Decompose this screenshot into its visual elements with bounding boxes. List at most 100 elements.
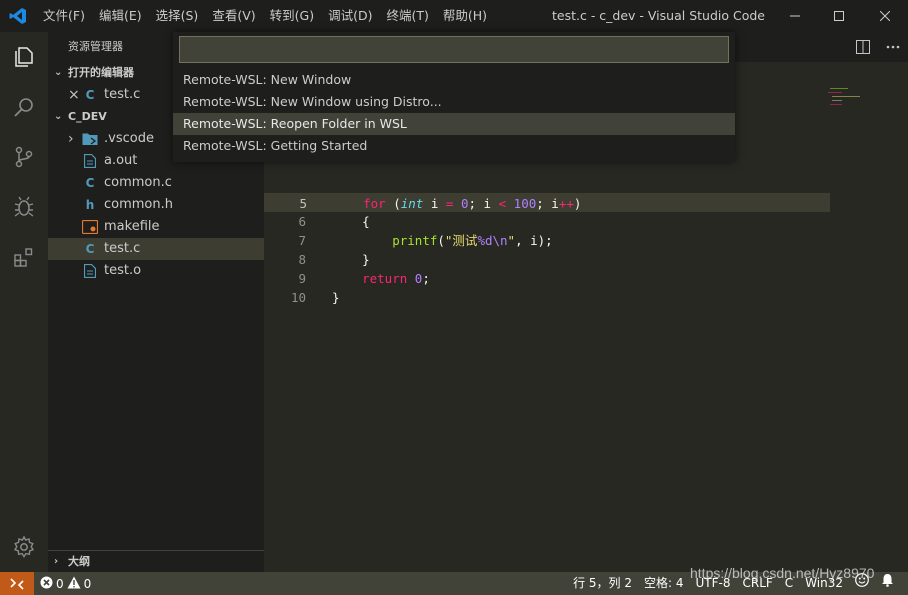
line-number: 6 (298, 214, 306, 229)
line-number: 7 (298, 233, 306, 248)
outline-section[interactable]: › 大纲 (48, 550, 264, 572)
settings-gear-icon[interactable] (0, 522, 48, 572)
open-editors-label: 打开的编辑器 (68, 66, 134, 79)
code-token: ; i (468, 196, 499, 211)
menu-item[interactable]: 终端(T) (379, 0, 435, 32)
indentation[interactable]: 空格: 4 (638, 572, 690, 595)
more-actions-icon[interactable] (878, 32, 908, 62)
close-editor-icon[interactable]: × (68, 84, 82, 106)
open-editor-name: test.c (104, 87, 141, 102)
extensions-icon[interactable] (0, 232, 48, 282)
menu-item[interactable]: 选择(S) (149, 0, 206, 32)
outline-label: 大纲 (68, 554, 90, 568)
menu-item[interactable]: 编辑(E) (92, 0, 149, 32)
c-file-icon: C (85, 176, 95, 190)
minimize-button[interactable] (772, 0, 818, 32)
error-count: 0 (56, 576, 64, 591)
tree-item[interactable]: makefile (48, 216, 264, 238)
file-icon (82, 263, 98, 279)
makefile-icon (82, 219, 98, 235)
explorer-icon[interactable] (0, 32, 48, 82)
code-token: ; i (536, 196, 559, 211)
debug-icon[interactable] (0, 182, 48, 232)
code-line[interactable]: 8 } (264, 250, 830, 269)
warning-icon (67, 576, 81, 592)
split-editor-icon[interactable] (848, 32, 878, 62)
tree-item[interactable]: Ctest.c (48, 238, 264, 260)
menu-item[interactable]: 调试(D) (321, 0, 379, 32)
code-line[interactable]: 7 printf("测试%d\n", i); (264, 231, 830, 250)
tree-item-label: test.c (104, 241, 141, 256)
title-bar: 文件(F) 编辑(E) 选择(S) 查看(V) 转到(G) 调试(D) 终端(T) 帮助(H)… (0, 0, 908, 32)
menu-bar: 文件(F) 编辑(E) 选择(S) 查看(V) 转到(G) 调试(D) 终端(T) 帮助(H) (36, 0, 494, 32)
code-token: 100 (513, 196, 537, 211)
code-token: return (362, 271, 408, 286)
menu-item[interactable]: 文件(F) (36, 0, 92, 32)
line-source: { (332, 212, 370, 231)
cursor-position[interactable]: 行 5，列 2 (567, 572, 638, 595)
vscode-logo-icon (0, 0, 36, 32)
code-line[interactable]: 9 return 0; (264, 269, 830, 288)
editor-actions (848, 32, 908, 62)
line-source: } (332, 250, 370, 269)
menu-item[interactable]: 查看(V) (205, 0, 262, 32)
minimap[interactable] (826, 86, 866, 116)
code-token: < (498, 196, 507, 211)
code-token: ) (573, 196, 582, 211)
tree-item[interactable]: test.o (48, 260, 264, 282)
code-token: %d\n (477, 233, 508, 248)
line-number: 10 (290, 290, 306, 305)
code-token: 0 (460, 196, 469, 211)
tree-item[interactable]: Ccommon.c (48, 172, 264, 194)
code-token: " (507, 233, 516, 248)
code-token: ; (422, 271, 430, 286)
code-token: ++ (558, 196, 574, 211)
line-number: 5 (299, 196, 307, 211)
maximize-button[interactable] (816, 0, 862, 32)
code-token: } (332, 290, 340, 305)
folder-label: C_DEV (68, 110, 107, 123)
quick-pick-item[interactable]: Remote-WSL: New Window (173, 69, 735, 91)
watermark-text: https://blog.csdn.net/Hyz8970 (690, 565, 875, 581)
close-window-button[interactable] (862, 0, 908, 32)
menu-item[interactable]: 转到(G) (263, 0, 321, 32)
line-source: return 0; (332, 269, 430, 288)
code-token: "测试 (444, 233, 478, 248)
line-source: printf("测试%d\n", i); (332, 231, 553, 250)
error-icon (40, 576, 53, 592)
search-icon[interactable] (0, 82, 48, 132)
line-source: } (332, 288, 340, 307)
chevron-right-icon: › (68, 131, 74, 147)
tree-item-label: makefile (104, 219, 160, 234)
tree-item-label: common.c (104, 175, 172, 190)
quick-pick-item[interactable]: Remote-WSL: Reopen Folder in WSL (173, 113, 735, 135)
window-title: test.c - c_dev - Visual Studio Code (552, 8, 765, 23)
problems-indicator[interactable]: 0 0 (40, 572, 91, 595)
quick-pick-item[interactable]: Remote-WSL: Getting Started (173, 135, 735, 157)
code-line[interactable]: 5 for (int i = 0; i < 100; i++) (264, 193, 830, 212)
notifications-bell-icon[interactable] (875, 572, 900, 595)
tree-item[interactable]: h common.h (48, 194, 264, 216)
code-token: } (362, 252, 370, 267)
tree-item-label: common.h (104, 197, 173, 212)
line-number: 9 (298, 271, 306, 286)
remote-indicator-icon[interactable] (0, 572, 34, 595)
code-token: ( (437, 233, 445, 248)
menu-item[interactable]: 帮助(H) (436, 0, 494, 32)
quick-pick-list: Remote-WSL: New Window Remote-WSL: New Wi… (173, 69, 735, 157)
quick-pick-input[interactable] (179, 36, 729, 63)
line-number: 8 (298, 252, 306, 267)
code-line[interactable]: 6 { (264, 212, 830, 231)
tree-item-label: .vscode (104, 131, 154, 146)
source-control-icon[interactable] (0, 132, 48, 182)
quick-pick-item[interactable]: Remote-WSL: New Window using Distro... (173, 91, 735, 113)
code-line[interactable]: 10} (264, 288, 830, 307)
